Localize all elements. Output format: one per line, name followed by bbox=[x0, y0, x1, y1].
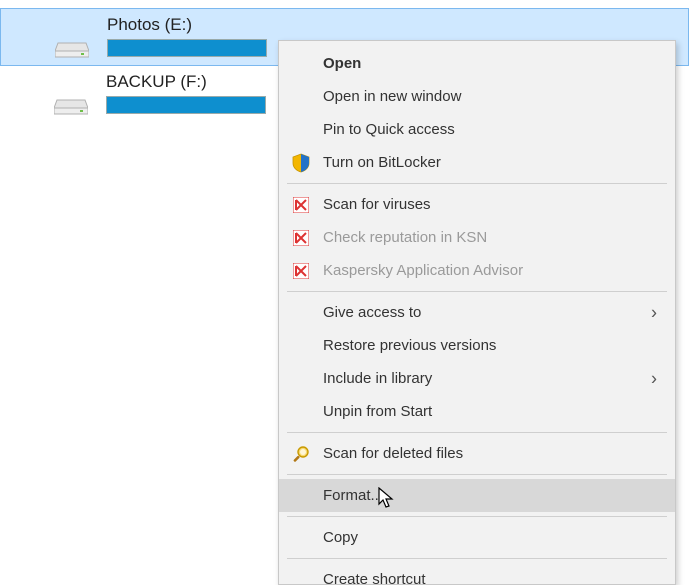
menu-label: Scan for deleted files bbox=[323, 445, 463, 462]
capacity-bar bbox=[106, 96, 266, 114]
menu-separator bbox=[287, 558, 667, 559]
menu-separator bbox=[287, 183, 667, 184]
menu-label: Check reputation in KSN bbox=[323, 229, 487, 246]
menu-item-create-shortcut[interactable]: Create shortcut bbox=[279, 563, 675, 585]
kaspersky-icon bbox=[291, 261, 311, 281]
menu-item-copy[interactable]: Copy bbox=[279, 521, 675, 554]
menu-separator bbox=[287, 291, 667, 292]
menu-item-restore-versions[interactable]: Restore previous versions bbox=[279, 329, 675, 362]
menu-item-format[interactable]: Format... bbox=[279, 479, 675, 512]
menu-separator bbox=[287, 432, 667, 433]
capacity-bar bbox=[107, 39, 267, 57]
menu-item-open-new-window[interactable]: Open in new window bbox=[279, 80, 675, 113]
drive-icon bbox=[54, 98, 88, 116]
menu-item-check-ksn: Check reputation in KSN bbox=[279, 221, 675, 254]
shield-icon bbox=[291, 153, 311, 173]
menu-item-kaspersky-advisor: Kaspersky Application Advisor bbox=[279, 254, 675, 287]
menu-label: Scan for viruses bbox=[323, 196, 431, 213]
menu-label: Copy bbox=[323, 529, 358, 546]
menu-separator bbox=[287, 516, 667, 517]
menu-label: Restore previous versions bbox=[323, 337, 496, 354]
kaspersky-icon bbox=[291, 195, 311, 215]
kaspersky-icon bbox=[291, 228, 311, 248]
menu-item-open[interactable]: Open bbox=[279, 47, 675, 80]
menu-item-pin-quick-access[interactable]: Pin to Quick access bbox=[279, 113, 675, 146]
menu-label: Kaspersky Application Advisor bbox=[323, 262, 523, 279]
chevron-right-icon: › bbox=[651, 302, 657, 323]
menu-item-scan-viruses[interactable]: Scan for viruses bbox=[279, 188, 675, 221]
menu-label: Unpin from Start bbox=[323, 403, 432, 420]
menu-label: Give access to bbox=[323, 304, 421, 321]
drive-icon bbox=[55, 41, 89, 59]
menu-item-unpin-start[interactable]: Unpin from Start bbox=[279, 395, 675, 428]
menu-label: Create shortcut bbox=[323, 571, 426, 585]
chevron-right-icon: › bbox=[651, 368, 657, 389]
menu-label: Format... bbox=[323, 487, 383, 504]
menu-label: Open bbox=[323, 55, 361, 72]
menu-item-bitlocker[interactable]: Turn on BitLocker bbox=[279, 146, 675, 179]
menu-label: Open in new window bbox=[323, 88, 461, 105]
menu-item-scan-deleted[interactable]: Scan for deleted files bbox=[279, 437, 675, 470]
menu-item-give-access-to[interactable]: Give access to › bbox=[279, 296, 675, 329]
drive-label: Photos (E:) bbox=[107, 15, 680, 35]
context-menu: Open Open in new window Pin to Quick acc… bbox=[278, 40, 676, 585]
menu-label: Include in library bbox=[323, 370, 432, 387]
menu-label: Turn on BitLocker bbox=[323, 154, 441, 171]
menu-separator bbox=[287, 474, 667, 475]
magnify-icon bbox=[291, 444, 311, 464]
menu-item-include-library[interactable]: Include in library › bbox=[279, 362, 675, 395]
menu-label: Pin to Quick access bbox=[323, 121, 455, 138]
